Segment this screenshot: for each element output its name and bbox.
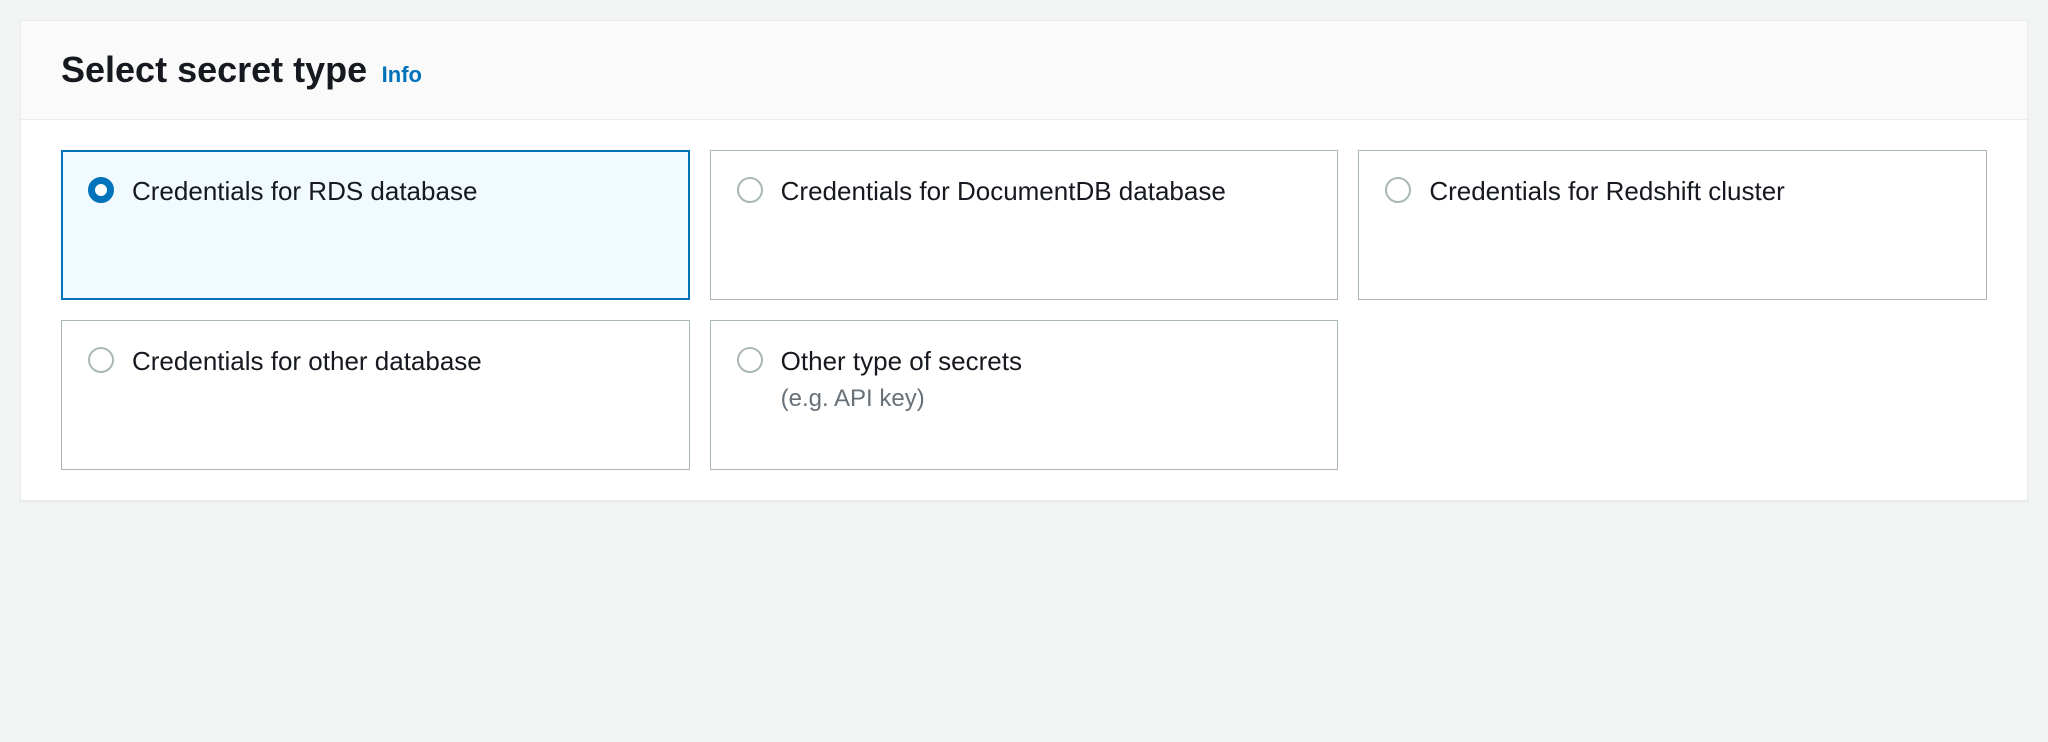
option-label: Credentials for other database bbox=[132, 343, 482, 381]
info-link[interactable]: Info bbox=[382, 62, 422, 87]
panel-body: Credentials for RDS database Credentials… bbox=[21, 120, 2027, 500]
option-other-database[interactable]: Credentials for other database bbox=[61, 320, 690, 470]
option-label: Other type of secrets bbox=[781, 343, 1022, 381]
option-label: Credentials for RDS database bbox=[132, 173, 477, 211]
option-text: Credentials for other database bbox=[132, 343, 482, 381]
option-other-secrets[interactable]: Other type of secrets (e.g. API key) bbox=[710, 320, 1339, 470]
radio-icon bbox=[88, 177, 114, 203]
select-secret-type-panel: Select secret type Info Credentials for … bbox=[20, 20, 2028, 501]
radio-icon bbox=[737, 347, 763, 373]
option-sublabel: (e.g. API key) bbox=[781, 385, 1022, 413]
option-text: Other type of secrets (e.g. API key) bbox=[781, 343, 1022, 413]
option-label: Credentials for DocumentDB database bbox=[781, 173, 1226, 211]
radio-icon bbox=[737, 177, 763, 203]
option-documentdb-database[interactable]: Credentials for DocumentDB database bbox=[710, 150, 1339, 300]
panel-header: Select secret type Info bbox=[21, 21, 2027, 120]
secret-type-radio-group: Credentials for RDS database Credentials… bbox=[61, 150, 1987, 470]
radio-icon bbox=[88, 347, 114, 373]
option-rds-database[interactable]: Credentials for RDS database bbox=[61, 150, 690, 300]
panel-title: Select secret type bbox=[61, 49, 367, 90]
option-label: Credentials for Redshift cluster bbox=[1429, 173, 1784, 211]
option-redshift-cluster[interactable]: Credentials for Redshift cluster bbox=[1358, 150, 1987, 300]
option-text: Credentials for DocumentDB database bbox=[781, 173, 1226, 211]
option-text: Credentials for Redshift cluster bbox=[1429, 173, 1784, 211]
option-text: Credentials for RDS database bbox=[132, 173, 477, 211]
radio-icon bbox=[1385, 177, 1411, 203]
